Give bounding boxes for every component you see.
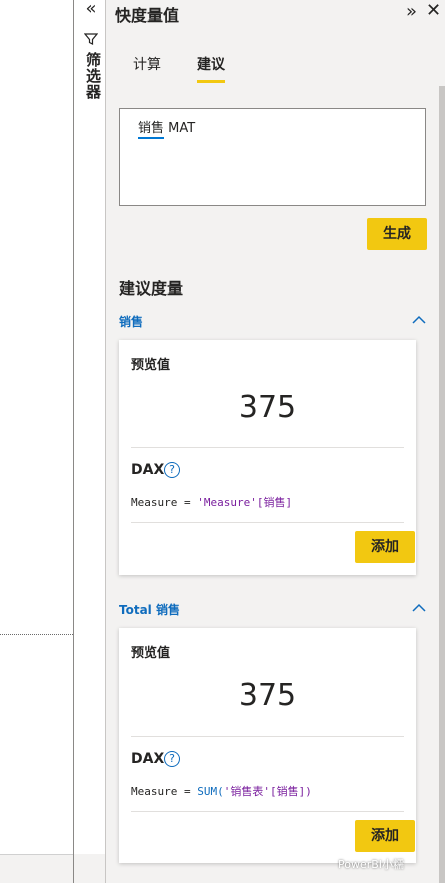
chevron-up-icon[interactable] — [412, 603, 426, 613]
dax-body: 'Measure'[销售] — [197, 496, 293, 509]
help-icon[interactable]: ? — [164, 751, 180, 767]
dax-body: '销售表'[销售]) — [223, 785, 312, 798]
dax-label: DAX — [131, 462, 165, 478]
preview-value: 375 — [238, 678, 297, 713]
dax-function: SUM( — [197, 785, 224, 798]
divider — [131, 522, 404, 523]
add-button[interactable]: 添加 — [355, 820, 415, 852]
funnel-icon — [84, 33, 98, 45]
divider — [131, 811, 404, 812]
filter-pane: « 筛选器 — [73, 0, 106, 883]
expand-filters-icon[interactable]: « — [81, 0, 101, 20]
divider — [131, 736, 404, 737]
scrollbar[interactable] — [439, 86, 445, 883]
canvas-dotted-line — [0, 634, 73, 635]
tab-bar: 计算 建议 — [106, 54, 445, 86]
preview-value: 375 — [238, 390, 297, 425]
suggestion-query-input[interactable]: 销售 MAT — [119, 108, 426, 206]
divider — [131, 447, 404, 448]
help-icon[interactable]: ? — [164, 462, 180, 478]
suggestion-card: 预览值 375 DAX ? Measure = SUM('销售表'[销售]) 添… — [119, 628, 416, 863]
tab-suggestions[interactable]: 建议 — [197, 54, 225, 74]
pane-title: 快度量值 — [115, 6, 180, 25]
selected-tab-indicator — [197, 80, 225, 83]
suggested-measures-title: 建议度量 — [119, 279, 184, 298]
suggestion-card: 预览值 375 DAX ? Measure = 'Measure'[销售] 添加 — [119, 340, 416, 575]
group-header-total-sales[interactable]: Total 销售 — [119, 601, 180, 618]
add-button[interactable]: 添加 — [355, 531, 415, 563]
filters-label[interactable]: 筛选器 — [83, 52, 104, 100]
dax-prefix: Measure = — [131, 496, 198, 509]
preview-label: 预览值 — [131, 358, 171, 373]
query-rest: MAT — [164, 121, 196, 136]
chevron-up-icon[interactable] — [412, 315, 426, 325]
dax-label: DAX — [131, 751, 165, 767]
close-icon[interactable]: ✕ — [426, 0, 441, 21]
dax-expression: Measure = SUM('销售表'[销售]) — [131, 783, 312, 799]
preview-label: 预览值 — [131, 646, 171, 661]
quick-measure-pane: 快度量值 » ✕ 计算 建议 销售 MAT 生成 建议度量 销售 预览值 375… — [106, 0, 445, 883]
dax-prefix: Measure = — [131, 785, 198, 798]
group-header-sales[interactable]: 销售 — [119, 313, 143, 330]
dax-expression: Measure = 'Measure'[销售] — [131, 494, 292, 510]
watermark: PowerBI小糯 — [338, 858, 405, 871]
canvas-bottom-strip — [0, 854, 73, 883]
generate-button[interactable]: 生成 — [367, 218, 427, 250]
report-canvas — [0, 0, 73, 883]
collapse-pane-icon[interactable]: » — [406, 1, 417, 22]
filter-pane-bottom — [74, 854, 105, 883]
tab-calculate[interactable]: 计算 — [133, 54, 161, 74]
query-keyword: 销售 — [138, 121, 165, 139]
